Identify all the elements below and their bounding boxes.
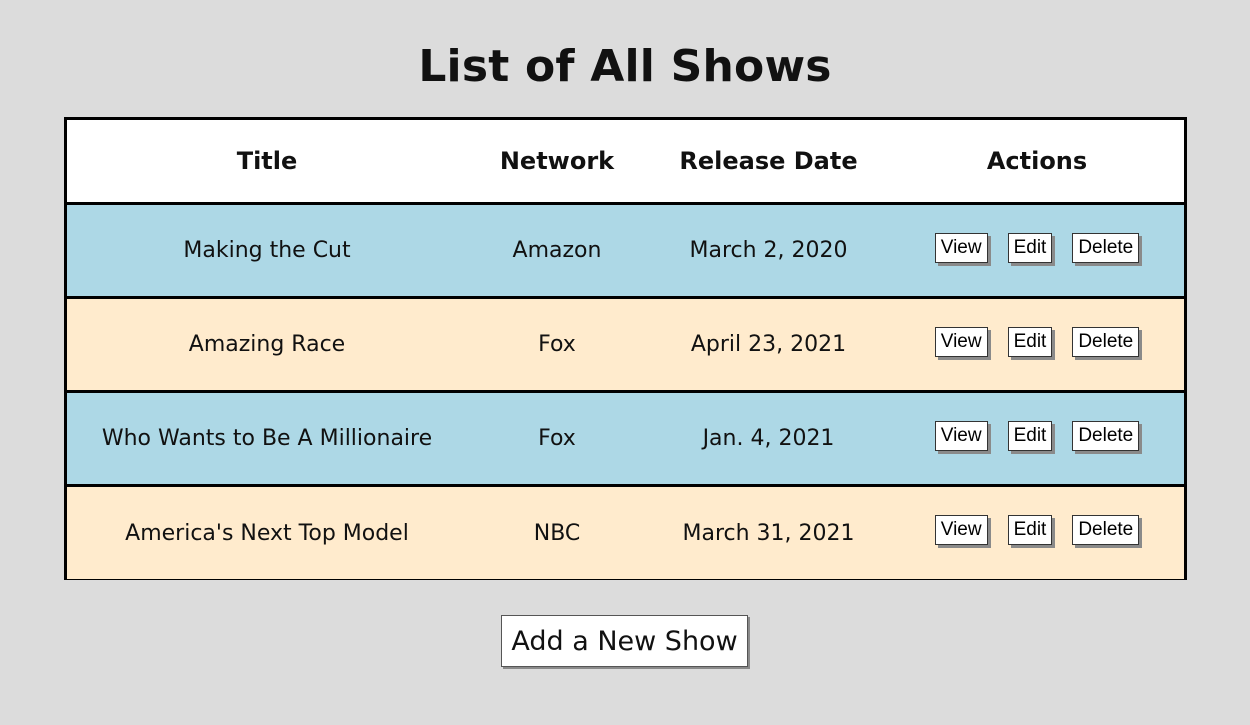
view-button[interactable]: View	[934, 232, 988, 263]
shows-table-container: Title Network Release Date Actions Makin…	[64, 117, 1187, 580]
row-actions: View Edit Delete	[890, 515, 1184, 545]
actions-cell: View Edit Delete	[890, 391, 1184, 487]
show-network-cell: Fox	[467, 297, 647, 393]
edit-button[interactable]: Edit	[1007, 326, 1053, 357]
actions-cell: View Edit Delete	[890, 203, 1184, 299]
show-release-date-cell: Jan. 4, 2021	[647, 391, 890, 487]
page-title: List of All Shows	[418, 41, 832, 92]
header-row: Title Network Release Date Actions	[67, 120, 1184, 205]
show-network-cell: Fox	[467, 391, 647, 487]
actions-cell: View Edit Delete	[890, 485, 1184, 579]
edit-button[interactable]: Edit	[1007, 232, 1053, 263]
show-network-cell: Amazon	[467, 203, 647, 299]
actions-cell: View Edit Delete	[890, 297, 1184, 393]
add-new-show-button[interactable]: Add a New Show	[501, 615, 748, 667]
show-release-date-cell: April 23, 2021	[647, 297, 890, 393]
shows-table: Title Network Release Date Actions Makin…	[67, 120, 1184, 579]
show-network-cell: NBC	[467, 485, 647, 579]
show-title-cell: Making the Cut	[67, 203, 467, 299]
column-header-network: Network	[467, 120, 647, 205]
column-header-actions: Actions	[890, 120, 1184, 205]
table-header: Title Network Release Date Actions	[67, 120, 1184, 205]
row-actions: View Edit Delete	[890, 326, 1184, 357]
table-body: Making the Cut Amazon March 2, 2020 View…	[67, 203, 1184, 579]
show-title-cell: Amazing Race	[67, 297, 467, 393]
table-row: Amazing Race Fox April 23, 2021 View Edi…	[67, 297, 1184, 393]
table-row: America's Next Top Model NBC March 31, 2…	[67, 485, 1184, 579]
column-header-release-date: Release Date	[647, 120, 890, 205]
edit-button[interactable]: Edit	[1007, 420, 1053, 451]
view-button[interactable]: View	[934, 326, 988, 357]
delete-button[interactable]: Delete	[1072, 420, 1140, 451]
view-button[interactable]: View	[934, 420, 988, 451]
delete-button[interactable]: Delete	[1072, 515, 1140, 545]
table-row: Making the Cut Amazon March 2, 2020 View…	[67, 203, 1184, 299]
row-actions: View Edit Delete	[890, 420, 1184, 451]
delete-button[interactable]: Delete	[1072, 232, 1140, 263]
delete-button[interactable]: Delete	[1072, 326, 1140, 357]
column-header-title: Title	[67, 120, 467, 205]
view-button[interactable]: View	[934, 515, 988, 545]
table-row: Who Wants to Be A Millionaire Fox Jan. 4…	[67, 391, 1184, 487]
show-release-date-cell: March 2, 2020	[647, 203, 890, 299]
edit-button[interactable]: Edit	[1007, 515, 1053, 545]
show-title-cell: Who Wants to Be A Millionaire	[67, 391, 467, 487]
row-actions: View Edit Delete	[890, 232, 1184, 263]
show-title-cell: America's Next Top Model	[67, 485, 467, 579]
show-release-date-cell: March 31, 2021	[647, 485, 890, 579]
